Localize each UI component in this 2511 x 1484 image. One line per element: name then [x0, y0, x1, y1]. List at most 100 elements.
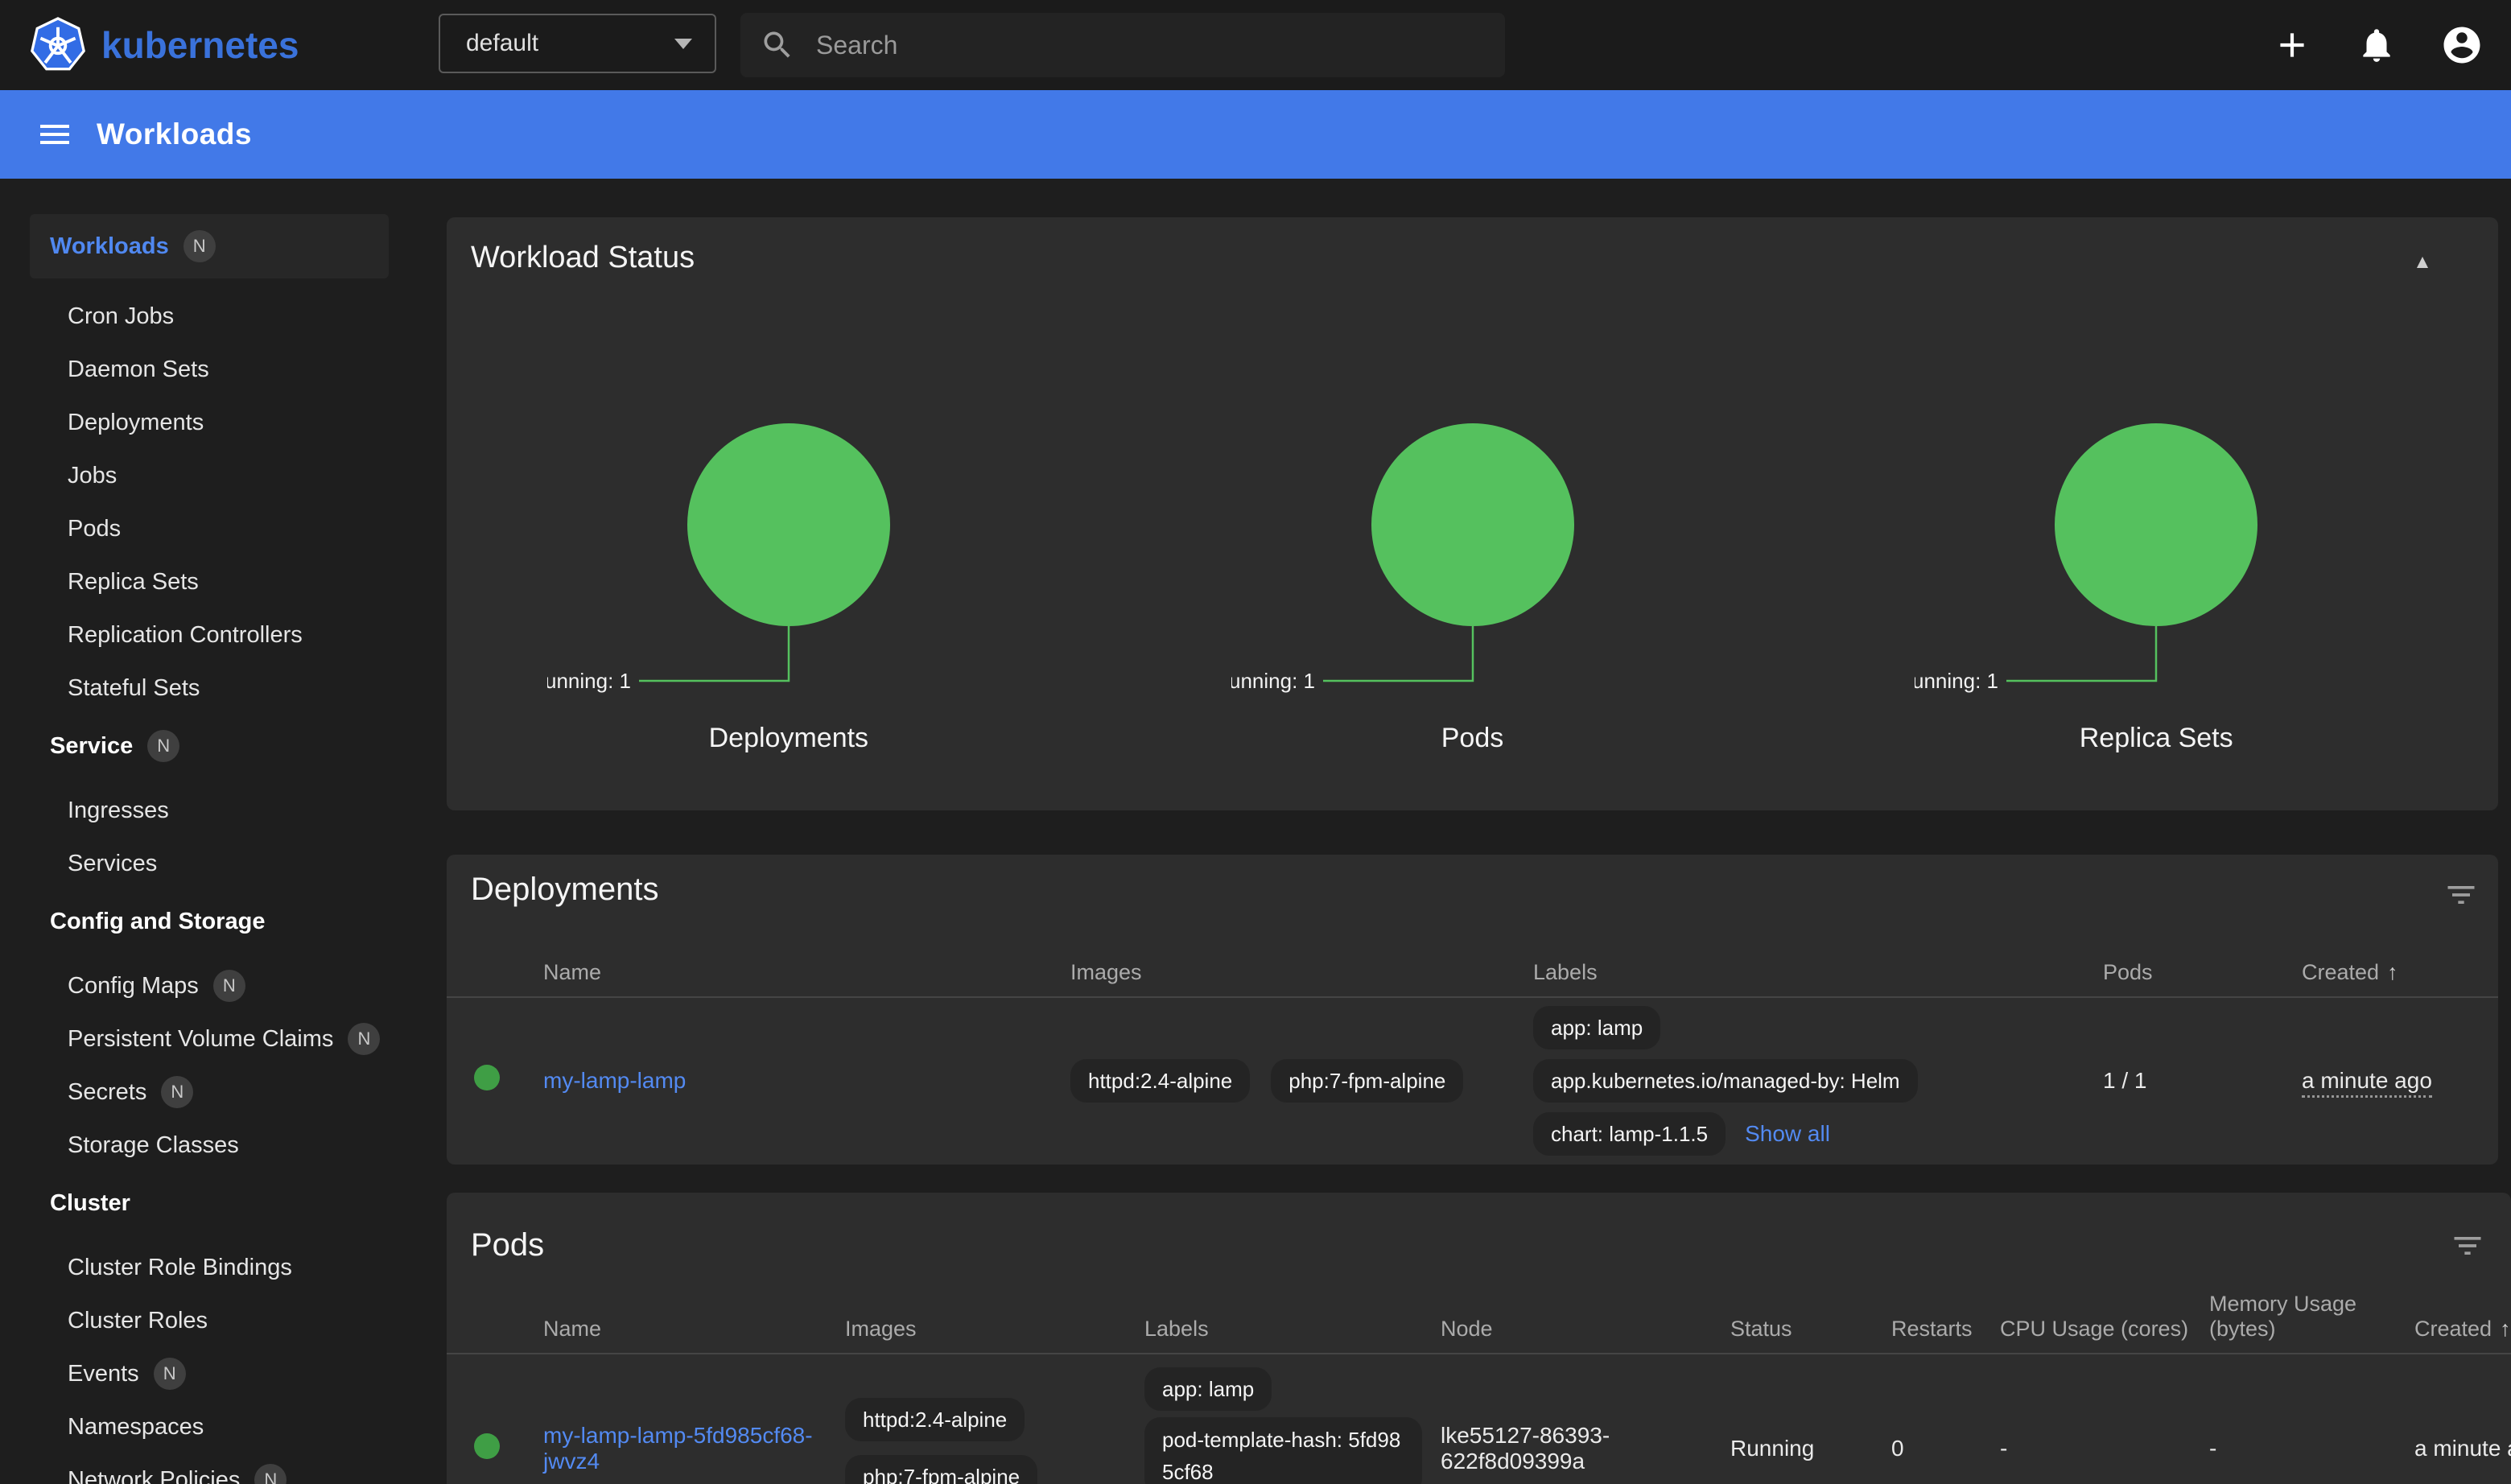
- namespace-select[interactable]: default: [439, 14, 716, 73]
- sidebar-item[interactable]: Cluster: [0, 1172, 418, 1235]
- sidebar-item[interactable]: Deployments: [0, 396, 418, 449]
- search-icon: [760, 27, 795, 63]
- deployment-row: my-lamp-lamp httpd:2.4-alpinephp:7-fpm-a…: [447, 998, 2498, 1163]
- pod-restarts: 0: [1891, 1436, 2000, 1461]
- namespace-value: default: [466, 30, 538, 57]
- menu-button[interactable]: [29, 109, 80, 160]
- status-ok-icon: [474, 1065, 500, 1090]
- pod-row: my-lamp-lamp-5fd985cf68-jwvz4 httpd:2.4-…: [447, 1354, 2511, 1484]
- sidebar-item[interactable]: Secrets N: [0, 1066, 418, 1119]
- sidebar-item[interactable]: Cluster Roles: [0, 1294, 418, 1347]
- pod-labels: app: lamp pod-template-hash: 5fd985cf68: [1144, 1354, 1441, 1484]
- column-header-name: Name: [543, 960, 1070, 985]
- label-chip: pod-template-hash: 5fd985cf68: [1144, 1417, 1422, 1484]
- notifications-button[interactable]: [2343, 11, 2410, 79]
- filter-button[interactable]: [2443, 1222, 2492, 1270]
- image-chip: php:7-fpm-alpine: [1271, 1059, 1463, 1103]
- sidebar-item[interactable]: Namespaces: [0, 1400, 418, 1453]
- sidebar-item[interactable]: Jobs: [0, 449, 418, 502]
- sort-ascending-icon: ↑: [2500, 1317, 2511, 1342]
- sidebar-item[interactable]: Service N: [0, 715, 418, 777]
- workload-status-title: Workload Status: [471, 238, 2474, 277]
- sidebar-item[interactable]: Cron Jobs: [0, 290, 418, 343]
- sidebar-item[interactable]: Events N: [0, 1347, 418, 1400]
- pod-cpu-usage: -: [2000, 1436, 2209, 1461]
- pod-node: lke55127-86393-622f8d09399a: [1441, 1423, 1730, 1474]
- column-header-created[interactable]: Created ↑: [2414, 1317, 2511, 1342]
- workload-status-charts: Running: 1 Deployments Running: 1 Pods: [447, 414, 2498, 754]
- new-badge: N: [161, 1076, 193, 1108]
- sidebar-item[interactable]: Services: [0, 837, 418, 890]
- sidebar-item[interactable]: Network Policies N: [0, 1453, 418, 1484]
- pie-slice-label: Running: 1: [1231, 669, 1315, 693]
- pie-chart: Running: 1 Pods: [1131, 414, 1815, 754]
- sidebar-item[interactable]: Pods: [0, 502, 418, 555]
- sidebar-item-label: Services: [68, 851, 157, 877]
- sort-ascending-icon: ↑: [2387, 960, 2398, 985]
- app-bar: Workloads: [0, 90, 2511, 179]
- sidebar-item[interactable]: Storage Classes: [0, 1119, 418, 1172]
- collapse-icon: ▲: [2413, 251, 2432, 273]
- deployment-created: a minute ago: [2302, 1068, 2432, 1098]
- sidebar-item[interactable]: Config Maps N: [0, 959, 418, 1012]
- chevron-down-icon: [674, 39, 692, 49]
- logo[interactable]: kubernetes: [29, 16, 299, 74]
- new-badge: N: [213, 970, 245, 1002]
- sidebar-item-label: Workloads: [50, 233, 169, 260]
- sidebar-item[interactable]: Replica Sets: [0, 555, 418, 608]
- sidebar-item-label: Service: [50, 733, 133, 760]
- main-content: Workload Status ▲ Running: 1 Deployments: [418, 179, 2511, 1484]
- pie-slice-label: Running: 1: [547, 669, 631, 693]
- page-title: Workloads: [97, 117, 252, 151]
- pie-running-slice: [1371, 423, 1574, 626]
- filter-icon: [2450, 1228, 2485, 1263]
- pie-slice-label: Running: 1: [1915, 669, 1998, 693]
- sidebar-item[interactable]: Replication Controllers: [0, 608, 418, 662]
- search-input[interactable]: [816, 31, 1486, 60]
- sidebar-item[interactable]: Ingresses: [0, 784, 418, 837]
- sidebar-item[interactable]: Cluster Role Bindings: [0, 1241, 418, 1294]
- pod-status: Running: [1730, 1436, 1891, 1461]
- pods-card: Pods Name Images Labels Node Status Rest…: [447, 1193, 2511, 1484]
- column-header-created[interactable]: Created ↑: [2302, 960, 2498, 985]
- label-chip: app: lamp: [1533, 1006, 1660, 1049]
- column-header-node: Node: [1441, 1317, 1730, 1342]
- column-header-status: Status: [1730, 1317, 1891, 1342]
- deployments-card: Deployments Name Images Labels Pods Crea…: [447, 855, 2498, 1165]
- sidebar-item-label: Cron Jobs: [68, 303, 174, 330]
- pod-name-link[interactable]: my-lamp-lamp-5fd985cf68-jwvz4: [543, 1423, 813, 1474]
- search-bar[interactable]: [740, 13, 1505, 77]
- sidebar-item-label: Config Maps: [68, 973, 199, 1000]
- deployment-pods-count: 1 / 1: [2103, 1068, 2302, 1094]
- pod-images: httpd:2.4-alpinephp:7-fpm-alpine: [845, 1354, 1144, 1484]
- pods-card-title: Pods: [471, 1225, 2487, 1265]
- sidebar-item-label: Replication Controllers: [68, 622, 303, 649]
- pie-chart: Running: 1 Replica Sets: [1814, 414, 2498, 754]
- sidebar-item-label: Stateful Sets: [68, 675, 200, 702]
- sidebar: Workloads N Cron Jobs Daemon Sets Deploy…: [0, 179, 418, 1484]
- pie-chart: Running: 1 Deployments: [447, 414, 1131, 754]
- kubernetes-logo-icon: [29, 16, 87, 74]
- show-all-link[interactable]: Show all: [1745, 1121, 1830, 1147]
- sidebar-item[interactable]: Stateful Sets: [0, 662, 418, 715]
- column-header-memory: Memory Usage (bytes): [2209, 1292, 2414, 1342]
- sidebar-item[interactable]: Workloads N: [30, 214, 389, 278]
- deployment-images: httpd:2.4-alpinephp:7-fpm-alpine: [1070, 1059, 1533, 1103]
- sidebar-item[interactable]: Persistent Volume Claims N: [0, 1012, 418, 1066]
- deployment-labels: app: lamp app.kubernetes.io/managed-by: …: [1533, 1006, 2103, 1156]
- pie-chart-title: Deployments: [709, 723, 868, 754]
- column-header-images: Images: [845, 1317, 1144, 1342]
- sidebar-item[interactable]: Daemon Sets: [0, 343, 418, 396]
- create-resource-button[interactable]: [2258, 11, 2326, 79]
- filter-button[interactable]: [2437, 871, 2485, 919]
- bell-icon: [2356, 25, 2397, 65]
- deployment-name-link[interactable]: my-lamp-lamp: [543, 1068, 686, 1093]
- label-chip: app.kubernetes.io/managed-by: Helm: [1533, 1059, 1918, 1103]
- column-header-cpu: CPU Usage (cores): [2000, 1317, 2209, 1342]
- sidebar-item[interactable]: Config and Storage: [0, 890, 418, 953]
- collapse-button[interactable]: ▲: [2400, 240, 2445, 285]
- sidebar-item-label: Cluster Role Bindings: [68, 1255, 292, 1281]
- sidebar-item-label: Pods: [68, 516, 121, 542]
- account-button[interactable]: [2428, 11, 2496, 79]
- pie-chart-title: Replica Sets: [2080, 723, 2233, 754]
